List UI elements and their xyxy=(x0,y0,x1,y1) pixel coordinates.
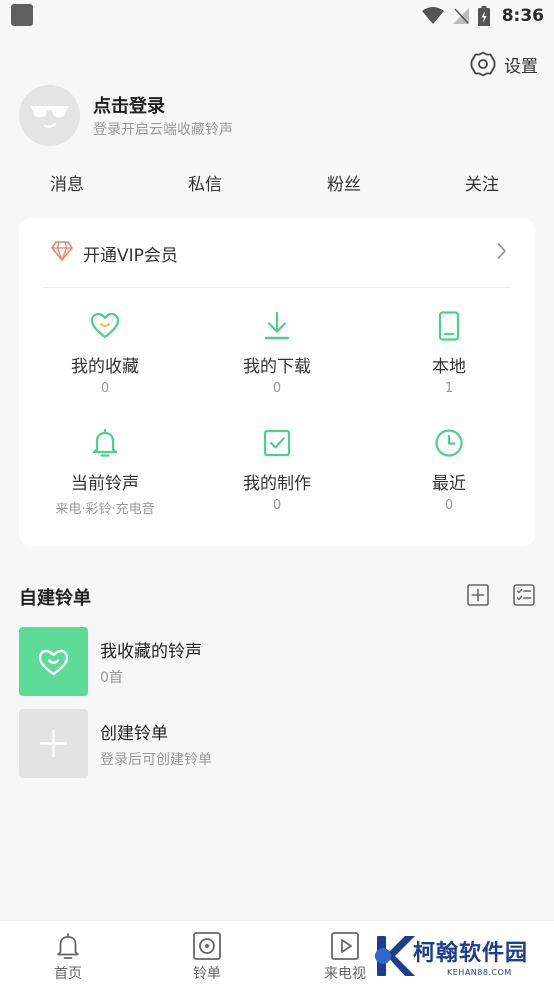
clock-icon xyxy=(435,429,463,457)
nav-playlists-label: 铃单 xyxy=(193,966,221,982)
recent-count: 0 xyxy=(444,498,454,513)
vip-label: 开通VIP会员 xyxy=(83,246,178,266)
bell-icon xyxy=(92,428,118,457)
avatar[interactable] xyxy=(19,85,80,146)
local-entry[interactable]: 本地 1 xyxy=(384,310,514,396)
checkbox-icon xyxy=(263,429,291,457)
login-title[interactable]: 点击登录 xyxy=(93,92,165,118)
watermark: 柯翰软件园 KEHAN88.COM xyxy=(373,933,539,983)
recent-label: 最近 xyxy=(432,474,466,494)
card-divider xyxy=(43,287,511,288)
app-notification-icon xyxy=(11,4,33,26)
downloads-count: 0 xyxy=(272,381,282,396)
my-creations-count: 0 xyxy=(272,498,282,513)
private-messages-link[interactable]: 私信 xyxy=(188,170,222,195)
watermark-logo xyxy=(375,936,415,976)
add-playlist-icon[interactable] xyxy=(466,583,490,607)
battery-icon xyxy=(477,6,490,26)
diamond-icon xyxy=(51,241,73,261)
quick-links: 消息 私信 粉丝 关注 xyxy=(0,170,554,198)
status-icons: 8:36 xyxy=(421,4,544,28)
playlist-title: 我收藏的铃声 xyxy=(100,642,202,662)
current-ringtone-entry[interactable]: 当前铃声 来电·彩铃·充电音 xyxy=(40,427,170,517)
my-card: 开通VIP会员 我的收藏 0 我的下载 0 本地 1 当前铃声 来电·彩铃·充电… xyxy=(19,218,535,546)
my-creations-entry[interactable]: 我的制作 0 xyxy=(212,427,342,513)
watermark-url: KEHAN88.COM xyxy=(447,968,512,977)
recent-entry[interactable]: 最近 0 xyxy=(384,427,514,513)
heart-icon xyxy=(90,312,120,339)
heart-icon xyxy=(38,649,69,676)
bell-icon xyxy=(57,933,79,959)
favorites-playlist[interactable]: 我收藏的铃声 0首 xyxy=(19,627,535,696)
clock-time: 8:36 xyxy=(501,6,544,26)
profile-screen: 8:36 设置 点击登录 登录开启云端收藏铃声 消息 私信 粉丝 关注 开通VI… xyxy=(0,0,554,986)
playlist-count: 0首 xyxy=(100,670,123,686)
chevron-right-icon xyxy=(497,243,506,259)
local-count: 1 xyxy=(444,381,454,396)
following-link[interactable]: 关注 xyxy=(465,170,499,195)
signal-icon xyxy=(452,8,469,24)
download-icon xyxy=(264,311,290,340)
fans-link[interactable]: 粉丝 xyxy=(327,170,361,195)
local-label: 本地 xyxy=(432,357,466,377)
current-ringtone-sub: 来电·彩铃·充电音 xyxy=(55,502,155,517)
gear-icon xyxy=(470,51,496,77)
play-icon xyxy=(331,932,359,960)
plus-icon xyxy=(39,729,68,758)
nav-home-label: 首页 xyxy=(54,966,82,982)
create-playlist-title: 创建铃单 xyxy=(100,724,168,744)
current-ringtone-label: 当前铃声 xyxy=(71,474,139,494)
watermark-text: 柯翰软件园 xyxy=(413,941,529,966)
settings-label: 设置 xyxy=(504,56,538,77)
messages-link[interactable]: 消息 xyxy=(50,170,84,195)
favorites-entry[interactable]: 我的收藏 0 xyxy=(40,310,170,396)
downloads-entry[interactable]: 我的下载 0 xyxy=(212,310,342,396)
disc-icon xyxy=(193,932,221,960)
create-playlist[interactable]: 创建铃单 登录后可创建铃单 xyxy=(19,709,535,778)
playlist-thumbnail xyxy=(19,627,88,696)
vip-row[interactable]: 开通VIP会员 xyxy=(19,218,535,286)
wifi-icon xyxy=(421,7,444,24)
phone-icon xyxy=(438,311,460,341)
section-title: 自建铃单 xyxy=(19,588,91,609)
favorites-count: 0 xyxy=(100,381,110,396)
sunglasses-face-icon xyxy=(19,85,80,146)
nav-playlists[interactable]: 铃单 xyxy=(167,931,247,983)
nav-home[interactable]: 首页 xyxy=(28,931,108,983)
settings-button[interactable]: 设置 xyxy=(470,51,538,77)
downloads-label: 我的下载 xyxy=(243,357,311,377)
my-creations-label: 我的制作 xyxy=(243,474,311,494)
status-bar: 8:36 xyxy=(0,0,554,32)
manage-list-icon[interactable] xyxy=(512,583,536,607)
login-subtitle: 登录开启云端收藏铃声 xyxy=(93,122,233,138)
favorites-label: 我的收藏 xyxy=(71,357,139,377)
create-playlist-thumbnail xyxy=(19,709,88,778)
create-playlist-hint: 登录后可创建铃单 xyxy=(100,752,212,768)
